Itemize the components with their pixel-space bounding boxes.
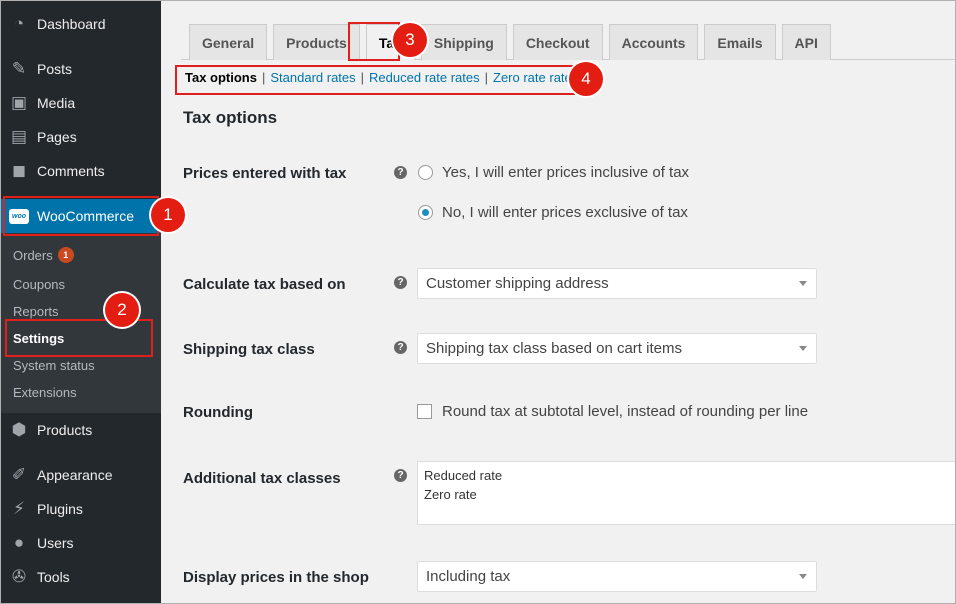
pin-icon: ✎ — [11, 59, 27, 78]
sidebar-item-products[interactable]: ⬢ Products — [1, 413, 161, 447]
highlight-subsections — [175, 65, 575, 95]
orders-count-badge: 1 — [57, 247, 74, 263]
calc-based-on-select[interactable]: Customer shipping address — [417, 268, 817, 299]
sidebar-item-comments[interactable]: ◼ Comments — [1, 154, 161, 188]
sidebar-item-tools[interactable]: ✇ Tools — [1, 560, 161, 594]
sidebar-item-media[interactable]: ▣ Media — [1, 86, 161, 120]
chevron-down-icon — [799, 574, 807, 579]
comment-icon: ◼ — [11, 161, 27, 180]
sidebar-item-users[interactable]: ● Users — [1, 526, 161, 560]
help-icon[interactable]: ? — [394, 276, 407, 289]
chevron-down-icon — [799, 346, 807, 351]
sidebar-item-pages[interactable]: ▤ Pages — [1, 120, 161, 154]
help-icon[interactable]: ? — [394, 341, 407, 354]
step-marker-3: 3 — [393, 23, 427, 57]
dashboard-icon: ◔ — [13, 14, 25, 33]
tab-emails[interactable]: Emails — [704, 24, 776, 60]
submenu-item-system-status[interactable]: System status — [13, 358, 95, 373]
rounding-label: Rounding — [183, 404, 253, 421]
rounding-checkbox[interactable] — [417, 404, 432, 419]
shipping-tax-class-label: Shipping tax class — [183, 341, 315, 358]
submenu-item-extensions[interactable]: Extensions — [13, 385, 77, 400]
rounding-checkbox-row[interactable]: Round tax at subtotal level, instead of … — [417, 403, 808, 420]
chevron-down-icon — [799, 281, 807, 286]
media-icon: ▣ — [10, 93, 28, 112]
submenu-item-reports[interactable]: Reports — [13, 304, 59, 319]
settings-tabs: General Products Tax Shipping Checkout A… — [189, 24, 837, 60]
submenu-item-coupons[interactable]: Coupons — [13, 277, 65, 292]
sidebar-item-dashboard[interactable]: ◔ Dashboard — [1, 7, 161, 41]
screenshot-frame: ◔ Dashboard ✎ Posts ▣ Media ▤ Pages ◼ Co… — [0, 0, 956, 604]
radio-prices-inclusive[interactable]: Yes, I will enter prices inclusive of ta… — [418, 164, 689, 181]
help-icon[interactable]: ? — [394, 166, 407, 179]
radio-button[interactable] — [418, 165, 433, 180]
pages-icon: ▤ — [10, 127, 28, 146]
user-icon: ● — [13, 533, 25, 552]
tab-general[interactable]: General — [189, 24, 268, 60]
step-marker-4: 4 — [569, 62, 603, 96]
sidebar-item-posts[interactable]: ✎ Posts — [1, 52, 161, 86]
submenu-item-orders[interactable]: Orders 1 — [13, 247, 74, 263]
highlight-woocommerce — [3, 196, 159, 236]
sidebar-item-plugins[interactable]: ⚡ Plugins — [1, 492, 161, 526]
additional-classes-textarea[interactable]: Reduced rate Zero rate — [417, 461, 955, 525]
additional-classes-label: Additional tax classes — [183, 470, 341, 487]
tab-checkout[interactable]: Checkout — [512, 24, 603, 60]
step-marker-1: 1 — [151, 198, 185, 232]
tab-products[interactable]: Products — [273, 24, 360, 60]
highlight-settings — [5, 319, 153, 357]
section-title: Tax options — [183, 108, 278, 127]
wrench-icon: ✇ — [11, 567, 27, 586]
tab-accounts[interactable]: Accounts — [608, 24, 699, 60]
tab-api[interactable]: API — [781, 24, 831, 60]
radio-button-checked[interactable] — [418, 205, 433, 220]
box-icon: ⬢ — [11, 420, 27, 439]
display-prices-label: Display prices in the shop — [183, 569, 369, 586]
display-prices-select[interactable]: Including tax — [417, 561, 817, 592]
brush-icon: ✐ — [11, 465, 27, 484]
plug-icon: ⚡ — [13, 499, 25, 518]
sidebar-item-appearance[interactable]: ✐ Appearance — [1, 458, 161, 492]
prices-entered-label: Prices entered with tax — [183, 165, 347, 182]
calc-based-on-label: Calculate tax based on — [183, 276, 346, 293]
step-marker-2: 2 — [105, 293, 139, 327]
tab-shipping[interactable]: Shipping — [420, 24, 507, 60]
radio-prices-exclusive[interactable]: No, I will enter prices exclusive of tax — [418, 204, 688, 221]
help-icon[interactable]: ? — [394, 469, 407, 482]
shipping-tax-class-select[interactable]: Shipping tax class based on cart items — [417, 333, 817, 364]
